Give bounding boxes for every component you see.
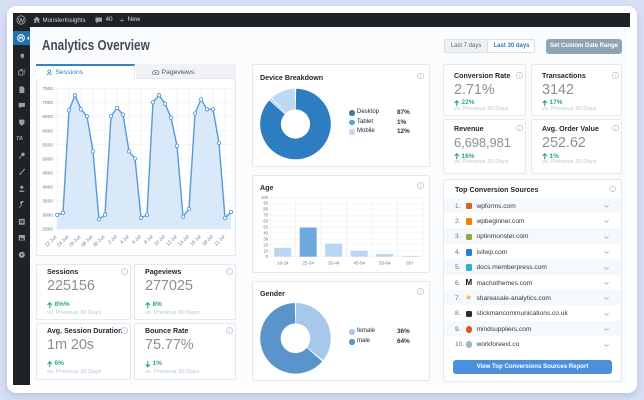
svg-text:65+: 65+: [406, 261, 414, 266]
svg-text:0: 0: [266, 254, 269, 259]
svg-text:25-34: 25-34: [302, 261, 314, 266]
svg-text:20: 20: [263, 242, 268, 247]
svg-text:21 Jul: 21 Jul: [213, 234, 226, 247]
svg-text:18 Jul: 18 Jul: [201, 234, 214, 247]
svg-text:90: 90: [263, 201, 268, 206]
svg-text:12 Jul: 12 Jul: [165, 234, 178, 247]
svg-text:4500: 4500: [42, 170, 53, 176]
svg-text:24 Jun: 24 Jun: [56, 234, 71, 249]
svg-text:26 Jun: 26 Jun: [68, 234, 83, 249]
svg-text:6500: 6500: [42, 114, 53, 120]
svg-text:4000: 4000: [42, 184, 53, 190]
svg-text:55-64: 55-64: [379, 261, 391, 266]
svg-text:6000: 6000: [42, 128, 53, 134]
svg-text:16 Jul: 16 Jul: [189, 234, 202, 247]
svg-text:4 Jul: 4 Jul: [119, 234, 130, 245]
svg-text:3000: 3000: [42, 213, 53, 219]
svg-text:7500: 7500: [42, 86, 53, 92]
svg-text:3500: 3500: [42, 199, 53, 205]
svg-text:40: 40: [263, 230, 268, 235]
svg-text:45-54: 45-54: [353, 261, 365, 266]
svg-text:35-44: 35-44: [328, 261, 340, 266]
svg-text:70: 70: [263, 213, 268, 218]
svg-text:30: 30: [263, 236, 268, 241]
svg-text:50: 50: [263, 225, 268, 230]
svg-text:5500: 5500: [42, 142, 53, 148]
svg-text:14 Jul: 14 Jul: [177, 234, 190, 247]
svg-text:30 Jun: 30 Jun: [92, 234, 107, 249]
svg-text:10 Jul: 10 Jul: [153, 234, 166, 247]
svg-text:22 Jun: 22 Jun: [44, 234, 59, 249]
svg-text:5000: 5000: [42, 156, 53, 162]
svg-text:2 Jul: 2 Jul: [107, 234, 118, 245]
svg-text:100: 100: [261, 195, 269, 200]
svg-text:7000: 7000: [42, 100, 53, 106]
svg-text:60: 60: [263, 219, 268, 224]
svg-text:28 Jun: 28 Jun: [80, 234, 95, 249]
svg-text:10: 10: [263, 248, 268, 253]
svg-text:6 Jul: 6 Jul: [131, 234, 142, 245]
svg-text:2500: 2500: [42, 227, 53, 233]
svg-text:18-24: 18-24: [277, 261, 289, 266]
svg-text:80: 80: [263, 207, 268, 212]
